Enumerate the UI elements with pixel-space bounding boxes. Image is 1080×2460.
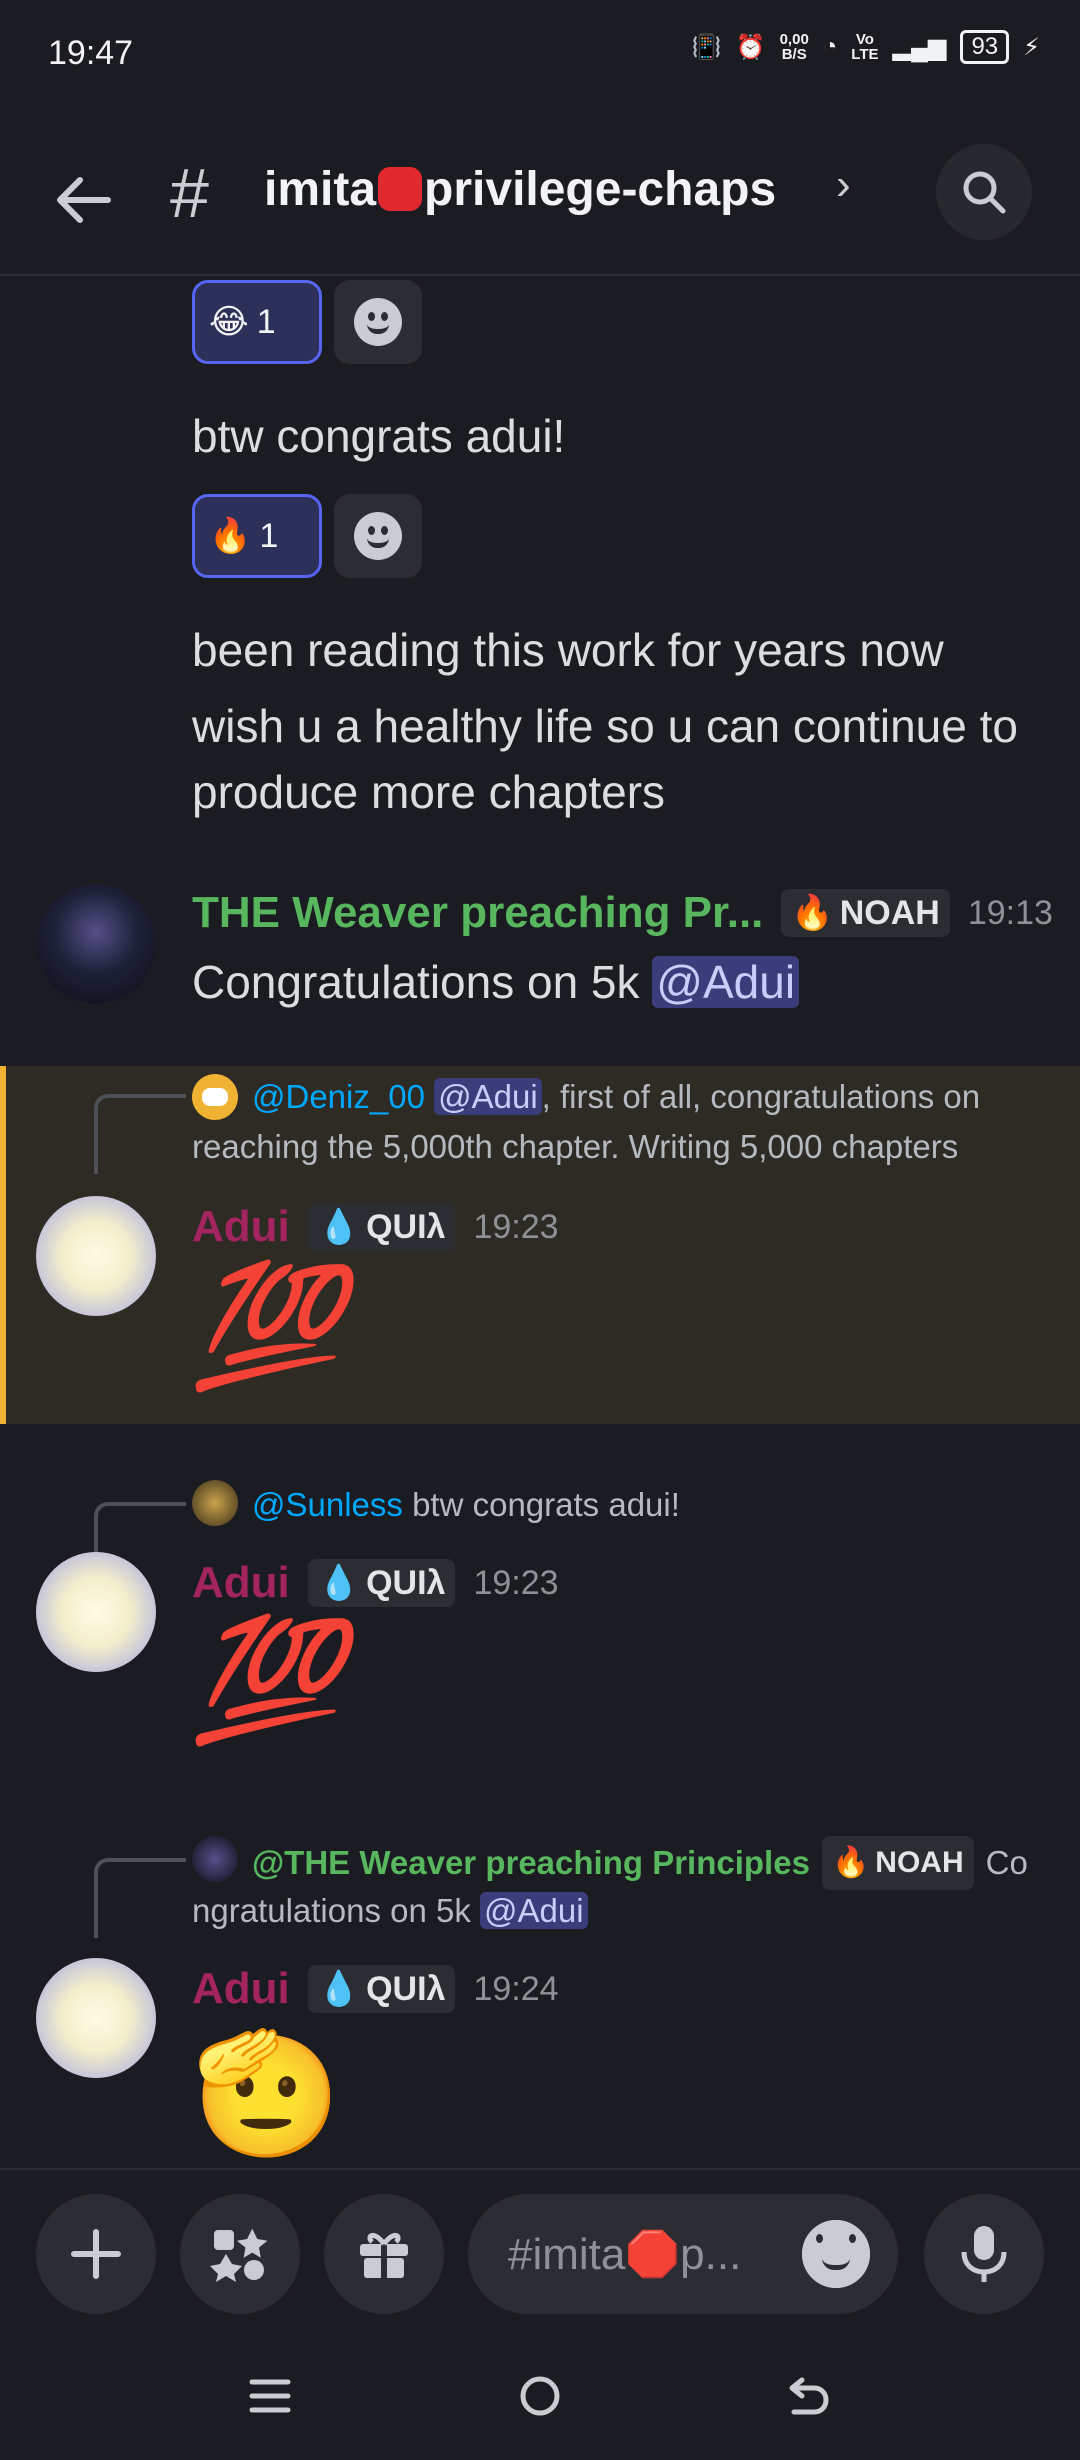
chevron-right-icon[interactable]: ›: [836, 160, 851, 210]
reply-preview[interactable]: @Sunless btw congrats adui!: [252, 1480, 680, 1530]
vibrate-icon: 📳: [691, 33, 722, 61]
back-icon[interactable]: [786, 2374, 830, 2418]
reply-connector: [94, 1858, 186, 1938]
wifi-icon: ◔: [822, 33, 838, 60]
emoji-picker-button[interactable]: [802, 2220, 870, 2288]
smile-icon: [354, 298, 402, 346]
mic-icon: [961, 2226, 1007, 2282]
timestamp: 19:24: [473, 1969, 559, 2008]
username[interactable]: Adui: [192, 1202, 290, 1252]
smile-icon: [354, 512, 402, 560]
message-text: produce more chapters: [192, 766, 666, 818]
attach-button[interactable]: [36, 2194, 156, 2314]
reaction-fire[interactable]: 🔥 1: [192, 494, 322, 578]
fire-icon: 🔥: [831, 1846, 870, 1879]
server-tag[interactable]: 💧 QUIλ: [307, 1965, 456, 2013]
user-mention[interactable]: @Adui: [652, 956, 800, 1008]
timestamp: 19:23: [473, 1563, 559, 1602]
flame-icon: 💧: [317, 1564, 361, 1602]
avatar[interactable]: [36, 1196, 156, 1316]
message-text: wish u a healthy life so u can continue …: [192, 700, 1018, 752]
reaction-count: 1: [256, 302, 276, 341]
reply-preview[interactable]: ngratulations on 5k @Adui: [192, 1886, 588, 1936]
message-header: Adui 💧 QUIλ 19:23: [192, 1558, 559, 1608]
message-text: Congratulations on 5k @Adui: [192, 950, 800, 1014]
message-placeholder: #imita🛑p...: [508, 2230, 742, 2279]
signal-icon: ▂▄▆: [892, 33, 947, 61]
reply-preview[interactable]: @Deniz_00 @Adui, first of all, congratul…: [252, 1072, 980, 1122]
gift-icon: [360, 2233, 408, 2278]
battery-level: 93: [960, 30, 1010, 64]
message-header: THE Weaver preaching Pr... 🔥 NOAH 19:13: [192, 888, 1053, 938]
status-icons: 📳 ⏰ 0,00 B/S ◔ Vo LTE ▂▄▆ 93 ⚡: [692, 30, 1040, 64]
volte-indicator: Vo LTE: [851, 31, 879, 63]
flame-icon: 💧: [317, 1970, 361, 2008]
net-speed: 0,00 B/S: [779, 31, 809, 63]
hundred-emoji: 💯: [192, 1259, 341, 1393]
add-reaction-button[interactable]: [334, 280, 422, 364]
search-icon: [963, 171, 1006, 214]
avatar[interactable]: [36, 1552, 156, 1672]
avatar-small: [192, 1480, 238, 1526]
server-tag[interactable]: 💧 QUIλ: [307, 1203, 456, 1251]
message-header: Adui 💧 QUIλ 19:23: [192, 1202, 559, 1252]
highlight-bar: [0, 1066, 6, 1424]
charging-icon: ⚡: [1023, 33, 1040, 61]
fire-emoji: 🔥: [209, 517, 252, 555]
gift-button[interactable]: [324, 2194, 444, 2314]
stop-sign-icon: [378, 167, 423, 211]
flame-icon: 💧: [317, 1208, 361, 1246]
plus-icon: [71, 2229, 121, 2279]
search-button[interactable]: [936, 144, 1032, 240]
alarm-icon: ⏰: [735, 33, 766, 61]
message-header: Adui 💧 QUIλ 19:24: [192, 1964, 559, 2014]
server-tag[interactable]: 💧 QUIλ: [307, 1559, 456, 1607]
apps-button[interactable]: [180, 2194, 300, 2314]
reply-connector: [94, 1094, 186, 1174]
menu-icon[interactable]: [248, 2374, 292, 2418]
fire-icon: 🔥: [791, 894, 834, 932]
status-time: 19:47: [48, 34, 134, 72]
apps-icon: [210, 2228, 268, 2282]
username[interactable]: THE Weaver preaching Pr...: [192, 888, 763, 938]
message-text: btw congrats adui!: [192, 410, 566, 462]
channel-name[interactable]: imita privilege-chaps: [264, 162, 776, 217]
server-tag: 🔥 NOAH: [821, 1836, 974, 1890]
hash-icon: #: [170, 154, 209, 232]
add-reaction-button[interactable]: [334, 494, 422, 578]
username[interactable]: Adui: [192, 1558, 290, 1608]
laugh-emoji: 😂: [209, 303, 249, 341]
username[interactable]: Adui: [192, 1964, 290, 2014]
avatar[interactable]: [36, 884, 156, 1004]
home-icon[interactable]: [518, 2374, 562, 2418]
timestamp: 19:13: [967, 893, 1053, 932]
message-text: been reading this work for years now: [192, 624, 944, 676]
avatar[interactable]: [36, 1958, 156, 2078]
smile-icon: [802, 2220, 870, 2288]
reply-preview[interactable]: reaching the 5,000th chapter. Writing 5,…: [192, 1122, 958, 1172]
discord-icon: [192, 1074, 238, 1120]
back-arrow-icon[interactable]: [52, 168, 116, 232]
salute-emoji: 🫡: [192, 2027, 342, 2161]
hundred-emoji: 💯: [192, 1613, 341, 1747]
server-tag[interactable]: 🔥 NOAH: [781, 889, 950, 937]
timestamp: 19:23: [473, 1207, 559, 1246]
avatar-small: [192, 1836, 238, 1882]
voice-button[interactable]: [924, 2194, 1044, 2314]
reaction-laugh[interactable]: 😂 1: [192, 280, 322, 364]
reply-preview[interactable]: @THE Weaver preaching Principles 🔥 NOAH C…: [252, 1836, 1028, 1890]
reaction-count: 1: [259, 516, 279, 555]
